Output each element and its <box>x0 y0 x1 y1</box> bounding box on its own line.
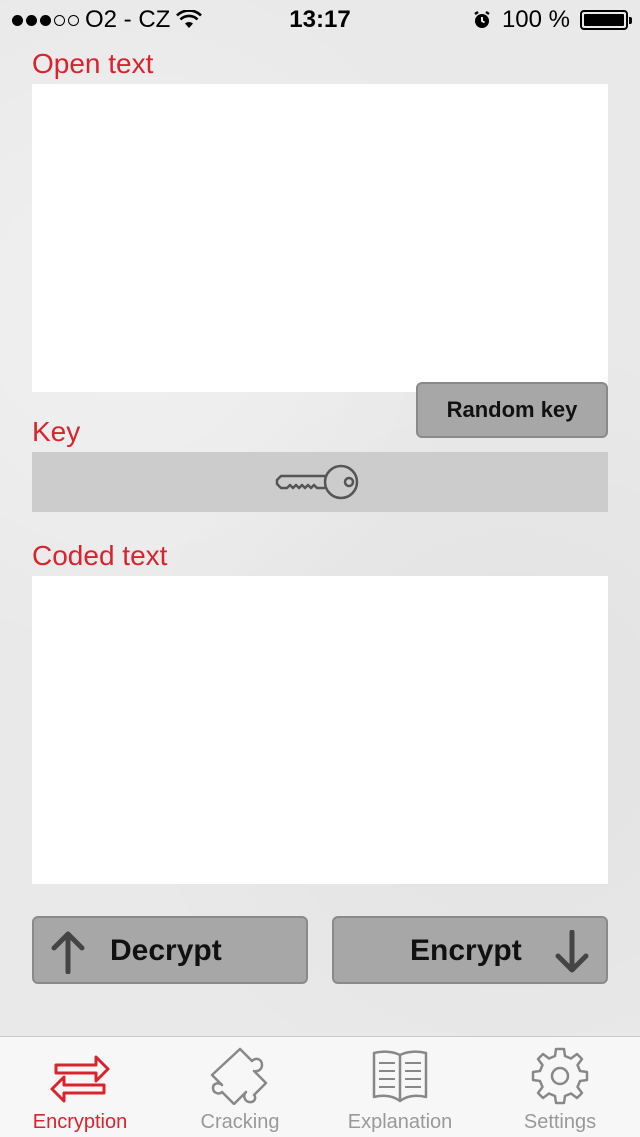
decrypt-label: Decrypt <box>110 934 222 967</box>
encrypt-label: Encrypt <box>410 934 522 967</box>
decrypt-button[interactable]: Decrypt <box>32 916 308 984</box>
tab-settings[interactable]: Settings <box>480 1037 640 1137</box>
tab-cracking[interactable]: Cracking <box>160 1037 320 1137</box>
coded-text-input[interactable] <box>32 576 608 884</box>
book-icon <box>372 1050 428 1103</box>
alarm-icon <box>474 11 490 28</box>
arrow-up-icon <box>51 931 85 974</box>
tab-cracking-label: Cracking <box>200 1111 280 1133</box>
battery-percentage: 100 % <box>501 6 570 33</box>
key-field[interactable] <box>32 452 608 512</box>
encrypt-button[interactable]: Encrypt <box>332 916 608 984</box>
encryption-arrows-icon <box>50 1055 110 1103</box>
arrow-down-icon <box>555 930 589 973</box>
open-text-label: Open text <box>32 48 154 79</box>
key-label: Key <box>32 416 81 447</box>
open-text-input[interactable] <box>32 84 608 392</box>
tab-encryption-label: Encryption <box>32 1111 128 1133</box>
key-icon <box>275 464 359 500</box>
status-bar: O2 - CZ 13:17 100 % <box>0 0 640 40</box>
status-right: 100 % <box>472 6 632 34</box>
battery-icon <box>580 10 632 30</box>
tab-explanation[interactable]: Explanation <box>320 1037 480 1137</box>
puzzle-icon <box>210 1047 268 1105</box>
tab-settings-label: Settings <box>523 1111 597 1133</box>
coded-text-label: Coded text <box>32 540 168 571</box>
random-key-button[interactable]: Random key <box>416 382 608 438</box>
gear-icon <box>531 1047 589 1105</box>
tab-encryption[interactable]: Encryption <box>0 1037 160 1137</box>
tab-bar: Encryption Cracking Explanation Settings <box>0 1036 640 1137</box>
tab-explanation-label: Explanation <box>347 1111 453 1133</box>
